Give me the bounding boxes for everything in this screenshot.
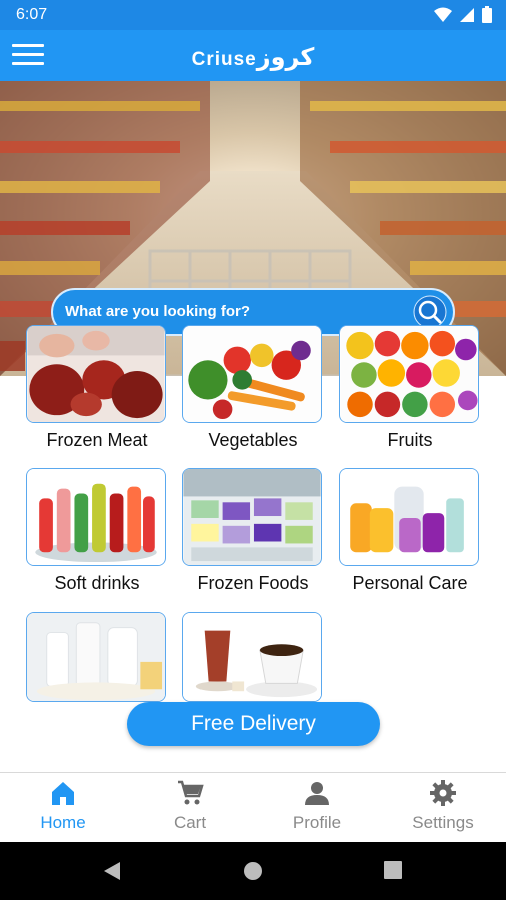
nav-label: Cart bbox=[173, 813, 207, 832]
category-label: Frozen Meat bbox=[46, 430, 148, 450]
nav-label: Home bbox=[40, 813, 86, 832]
home-icon bbox=[52, 782, 74, 805]
person-icon bbox=[305, 782, 329, 805]
fruits-image bbox=[340, 326, 478, 422]
app-title-arabic: كروز bbox=[256, 43, 315, 71]
nav-item-cart[interactable]: Cart bbox=[127, 779, 253, 833]
bottom-navigation: Home Cart Profile Settings bbox=[0, 772, 506, 843]
tea-coffee-image bbox=[183, 613, 321, 701]
category-tile-frozen-foods[interactable] bbox=[182, 468, 322, 566]
status-time: 6:07 bbox=[16, 6, 48, 23]
personal-care-image bbox=[340, 469, 478, 565]
free-delivery-button[interactable]: Free Delivery bbox=[127, 702, 380, 746]
frozen-foods-image bbox=[183, 469, 321, 565]
category-tile-tea-coffee[interactable] bbox=[182, 612, 322, 702]
category-tile-personal-care[interactable] bbox=[339, 468, 479, 566]
category-tile-dairy[interactable] bbox=[26, 612, 166, 702]
dairy-image bbox=[27, 613, 165, 701]
status-bar: 6:07 bbox=[0, 0, 506, 30]
recents-icon[interactable] bbox=[384, 861, 402, 879]
vegetables-image bbox=[183, 326, 321, 422]
app-title: Criuseكروز bbox=[0, 43, 506, 71]
frozen-meat-image bbox=[27, 326, 165, 422]
search-input[interactable]: What are you looking for? bbox=[65, 303, 250, 320]
app-bar: Criuseكروز bbox=[0, 30, 506, 81]
free-delivery-label: Free Delivery bbox=[191, 712, 316, 735]
category-tile-soft-drinks[interactable] bbox=[26, 468, 166, 566]
system-navigation-bar bbox=[0, 842, 506, 900]
signal-icon bbox=[460, 7, 474, 22]
nav-label: Settings bbox=[412, 813, 474, 832]
search-icon[interactable] bbox=[413, 295, 447, 329]
battery-icon bbox=[482, 6, 492, 23]
nav-item-settings[interactable]: Settings bbox=[380, 779, 506, 833]
category-tile-vegetables[interactable] bbox=[182, 325, 322, 423]
nav-item-profile[interactable]: Profile bbox=[254, 779, 380, 833]
gear-icon bbox=[430, 780, 456, 806]
category-tile-frozen-meat[interactable] bbox=[26, 325, 166, 423]
category-label: Soft drinks bbox=[54, 573, 140, 593]
soft-drinks-image bbox=[27, 469, 165, 565]
category-label: Personal Care bbox=[352, 573, 468, 593]
cart-icon bbox=[178, 780, 204, 805]
nav-item-home[interactable]: Home bbox=[0, 779, 126, 833]
home-circle-icon[interactable] bbox=[243, 861, 263, 881]
app-title-latin: Criuse bbox=[191, 49, 257, 70]
category-tile-fruits[interactable] bbox=[339, 325, 479, 423]
category-label: Fruits bbox=[387, 430, 433, 450]
category-label: Frozen Foods bbox=[197, 573, 309, 593]
back-icon[interactable] bbox=[102, 861, 122, 881]
nav-label: Profile bbox=[292, 813, 342, 832]
category-label: Vegetables bbox=[208, 430, 298, 450]
wifi-icon bbox=[434, 7, 452, 22]
